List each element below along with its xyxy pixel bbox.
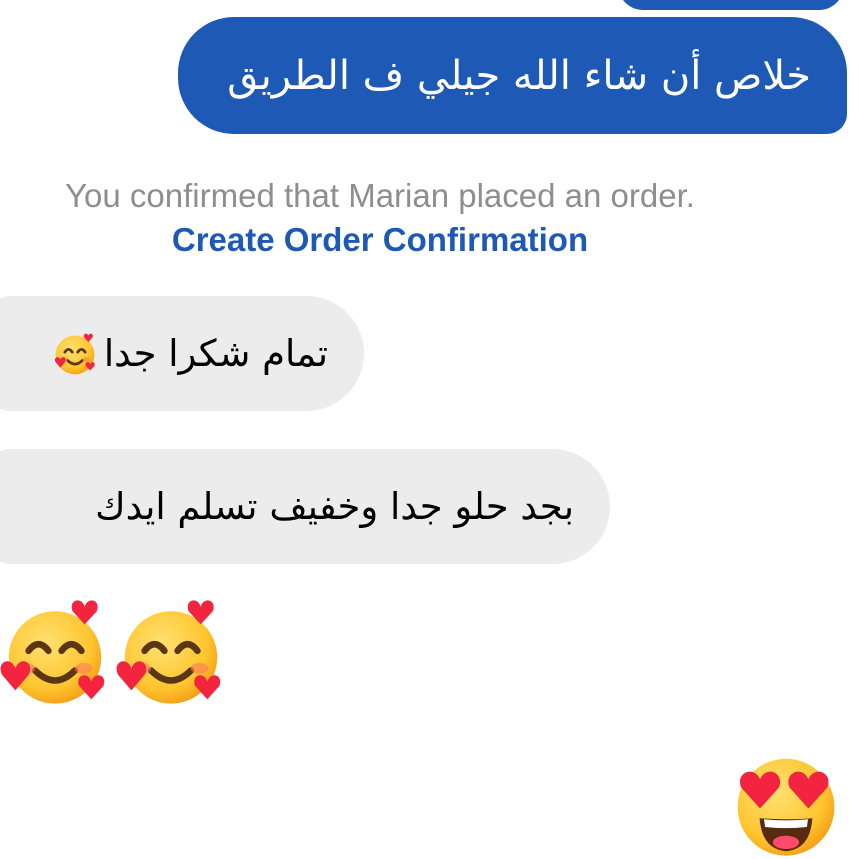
incoming-message-bubble[interactable]: تمام شكرا جدا — [0, 296, 364, 411]
smiling-face-with-hearts-icon — [52, 331, 98, 377]
previous-outgoing-bubble[interactable] — [618, 0, 844, 10]
chat-thread: خلاص أن شاء الله جيلي ف الطريق You confi… — [0, 0, 859, 859]
outgoing-message-bubble[interactable]: خلاص أن شاء الله جيلي ف الطريق — [178, 17, 847, 134]
smiling-face-with-hearts-icon — [0, 598, 110, 708]
incoming-message-text: تمام شكرا جدا — [103, 332, 328, 375]
outgoing-message-text: خلاص أن شاء الله جيلي ف الطريق — [227, 52, 811, 99]
heart-eyes-face-icon[interactable] — [730, 750, 842, 859]
incoming-message-text: بجد حلو جدا وخفيف تسلم ايدك — [95, 485, 574, 528]
create-order-confirmation-link[interactable]: Create Order Confirmation — [172, 221, 588, 258]
emoji-message[interactable] — [0, 598, 260, 718]
smiling-face-with-hearts-icon — [116, 598, 226, 708]
incoming-message-bubble[interactable]: بجد حلو جدا وخفيف تسلم ايدك — [0, 449, 610, 564]
system-note-text: You confirmed that Marian placed an orde… — [65, 177, 695, 214]
order-system-note: You confirmed that Marian placed an orde… — [60, 174, 700, 262]
